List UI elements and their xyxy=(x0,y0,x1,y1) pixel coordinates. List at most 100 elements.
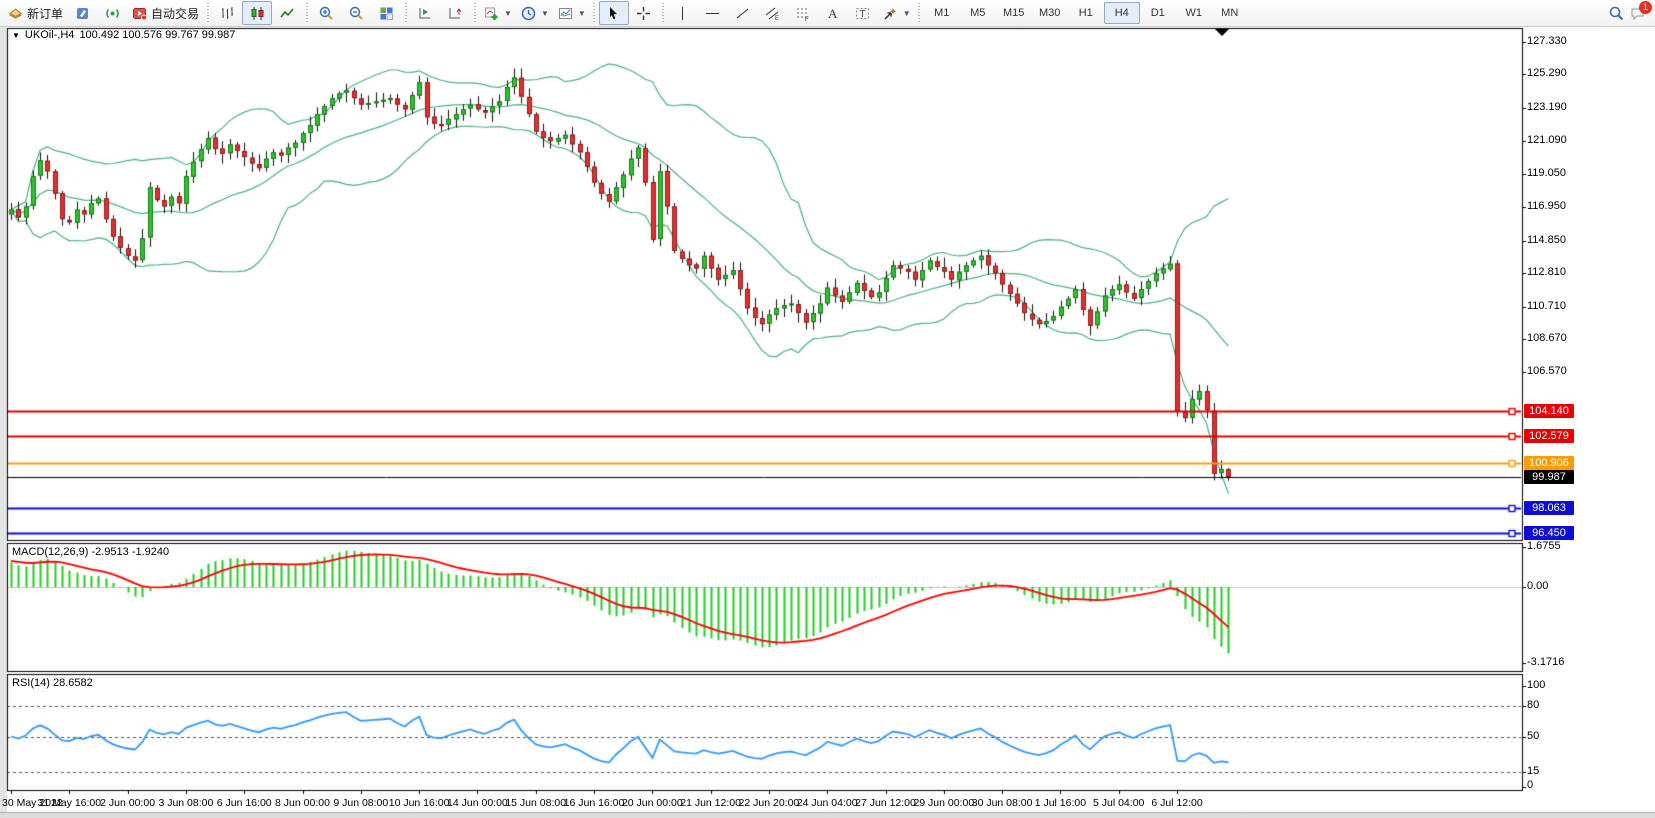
timeframe-button-m5[interactable]: M5 xyxy=(960,2,996,24)
signals-button[interactable] xyxy=(97,1,127,25)
cursor-button[interactable] xyxy=(599,1,629,25)
hline-price-label[interactable]: 102.579 xyxy=(1524,429,1574,443)
zoom-out-icon xyxy=(348,5,365,22)
svg-text:A: A xyxy=(828,6,838,21)
rsi-axis-label: 100 xyxy=(1527,679,1545,691)
autotrading-icon xyxy=(131,5,148,22)
chart-shift-button[interactable] xyxy=(440,1,470,25)
rsi-axis-label: 80 xyxy=(1527,699,1539,711)
zoom-in-button[interactable] xyxy=(311,1,341,25)
auto-scroll-icon xyxy=(417,5,434,22)
rsi-pane-title: RSI(14) 28.6582 xyxy=(12,677,93,689)
rsi-axis-label: 15 xyxy=(1527,765,1539,777)
arrows-button[interactable]: ▼ xyxy=(878,1,915,25)
macd-axis-label: 1.6755 xyxy=(1527,540,1561,552)
chevron-down-icon[interactable]: ▼ xyxy=(578,9,586,18)
macd-axis-label: 0.00 xyxy=(1527,580,1548,592)
time-axis-label: 30 Jun 08:00 xyxy=(972,797,1033,809)
fibonacci-icon: F xyxy=(794,5,811,22)
signal-icon xyxy=(104,5,121,22)
time-axis-label: 6 Jul 12:00 xyxy=(1151,797,1202,809)
timeframe-button-h4[interactable]: H4 xyxy=(1104,2,1140,24)
toolbar-right-group: 1 xyxy=(1608,5,1652,22)
toolbar-separator xyxy=(661,3,666,23)
chart-shift-icon xyxy=(447,5,464,22)
trendline-button[interactable] xyxy=(728,1,758,25)
autotrading-button[interactable]: 自动交易 xyxy=(127,1,203,25)
fibonacci-button[interactable]: F xyxy=(788,1,818,25)
time-axis-label: 9 Jun 08:00 xyxy=(333,797,388,809)
time-axis-label: 8 Jun 00:00 xyxy=(275,797,330,809)
timeframe-button-w1[interactable]: W1 xyxy=(1176,2,1212,24)
price-axis-label: 119.050 xyxy=(1527,167,1566,179)
toolbar-separator xyxy=(304,3,309,23)
metaeditor-button[interactable] xyxy=(67,1,97,25)
new-order-button[interactable]: 新订单 xyxy=(3,1,67,25)
time-axis-label: 31 May 16:00 xyxy=(37,797,101,809)
chevron-down-icon[interactable]: ▼ xyxy=(12,31,20,40)
timeframe-button-m15[interactable]: M15 xyxy=(996,2,1032,24)
zoom-out-button[interactable] xyxy=(341,1,371,25)
toolbar-separator xyxy=(472,3,477,23)
templates-button[interactable]: ▼ xyxy=(553,1,590,25)
time-axis-label: 5 Jul 04:00 xyxy=(1093,797,1144,809)
time-axis-label: 27 Jun 12:00 xyxy=(855,797,916,809)
cursor-icon xyxy=(605,5,622,22)
notifications-chat-icon[interactable]: 1 xyxy=(1629,5,1646,22)
time-axis-label: 29 Jun 00:00 xyxy=(913,797,974,809)
price-axis-label: 125.290 xyxy=(1527,67,1567,79)
equidistant-channel-button[interactable]: E xyxy=(758,1,788,25)
periods-button[interactable]: ▼ xyxy=(516,1,553,25)
hline-price-label[interactable]: 104.140 xyxy=(1524,404,1574,418)
chevron-down-icon[interactable]: ▼ xyxy=(541,9,549,18)
hline-price-label[interactable]: 98.063 xyxy=(1524,501,1574,515)
crosshair-button[interactable] xyxy=(629,1,659,25)
horizontal-line-button[interactable] xyxy=(698,1,728,25)
text-label-button[interactable]: T xyxy=(848,1,878,25)
text-label-icon: T xyxy=(854,5,871,22)
indicators-button[interactable]: ▼ xyxy=(479,1,516,25)
candlestick-chart-button[interactable] xyxy=(242,1,272,25)
hline-price-label[interactable]: 96.450 xyxy=(1524,526,1574,540)
macd-pane-title: MACD(12,26,9) -2.9513 -1.9240 xyxy=(12,546,169,558)
time-axis-label: 3 Jun 08:00 xyxy=(158,797,213,809)
price-axis-label: 106.570 xyxy=(1527,365,1567,377)
timeframe-button-h1[interactable]: H1 xyxy=(1068,2,1104,24)
trendline-icon xyxy=(734,5,751,22)
price-axis-label: 112.810 xyxy=(1527,266,1566,278)
bar-chart-icon xyxy=(219,5,236,22)
chart-header: ▼ UKOil-,H4 100.492 100.576 99.767 99.98… xyxy=(12,29,235,41)
channel-icon: E xyxy=(764,5,781,22)
hline-price-label[interactable]: 100.906 xyxy=(1524,456,1574,470)
toolbar-separator xyxy=(917,3,922,23)
text-button[interactable]: A xyxy=(818,1,848,25)
vline-icon xyxy=(674,5,691,22)
svg-text:E: E xyxy=(775,16,779,22)
price-axis-label: 123.190 xyxy=(1527,101,1567,113)
chart-ohlc-values: 100.492 100.576 99.767 99.987 xyxy=(79,29,235,41)
vertical-line-button[interactable] xyxy=(668,1,698,25)
new-order-icon xyxy=(7,5,24,22)
chart-symbol: UKOil-,H4 xyxy=(25,29,75,41)
timeframe-button-m1[interactable]: M1 xyxy=(924,2,960,24)
chevron-down-icon[interactable]: ▼ xyxy=(903,9,911,18)
timeframe-button-m30[interactable]: M30 xyxy=(1032,2,1068,24)
time-axis-label: 15 Jun 08:00 xyxy=(505,797,566,809)
timeframe-button-d1[interactable]: D1 xyxy=(1140,2,1176,24)
bar-chart-button[interactable] xyxy=(212,1,242,25)
templates-icon xyxy=(557,5,574,22)
price-axis-label: 110.710 xyxy=(1527,300,1566,312)
line-chart-button[interactable] xyxy=(272,1,302,25)
toolbar-separator xyxy=(592,3,597,23)
chevron-down-icon[interactable]: ▼ xyxy=(504,9,512,18)
tile-windows-button[interactable] xyxy=(371,1,401,25)
search-icon[interactable] xyxy=(1608,5,1625,22)
zoom-in-icon xyxy=(318,5,335,22)
metaeditor-icon xyxy=(74,5,91,22)
rsi-axis-label: 50 xyxy=(1527,730,1539,742)
auto-scroll-button[interactable] xyxy=(410,1,440,25)
hline-icon xyxy=(704,5,721,22)
chart-canvas[interactable] xyxy=(0,0,1655,818)
main-toolbar: 新订单 自动交易 ▼ ▼ ▼ E F A T ▼ M1M5M15M30H1H4D1W1MN 1 xyxy=(0,0,1655,27)
timeframe-button-mn[interactable]: MN xyxy=(1212,2,1248,24)
